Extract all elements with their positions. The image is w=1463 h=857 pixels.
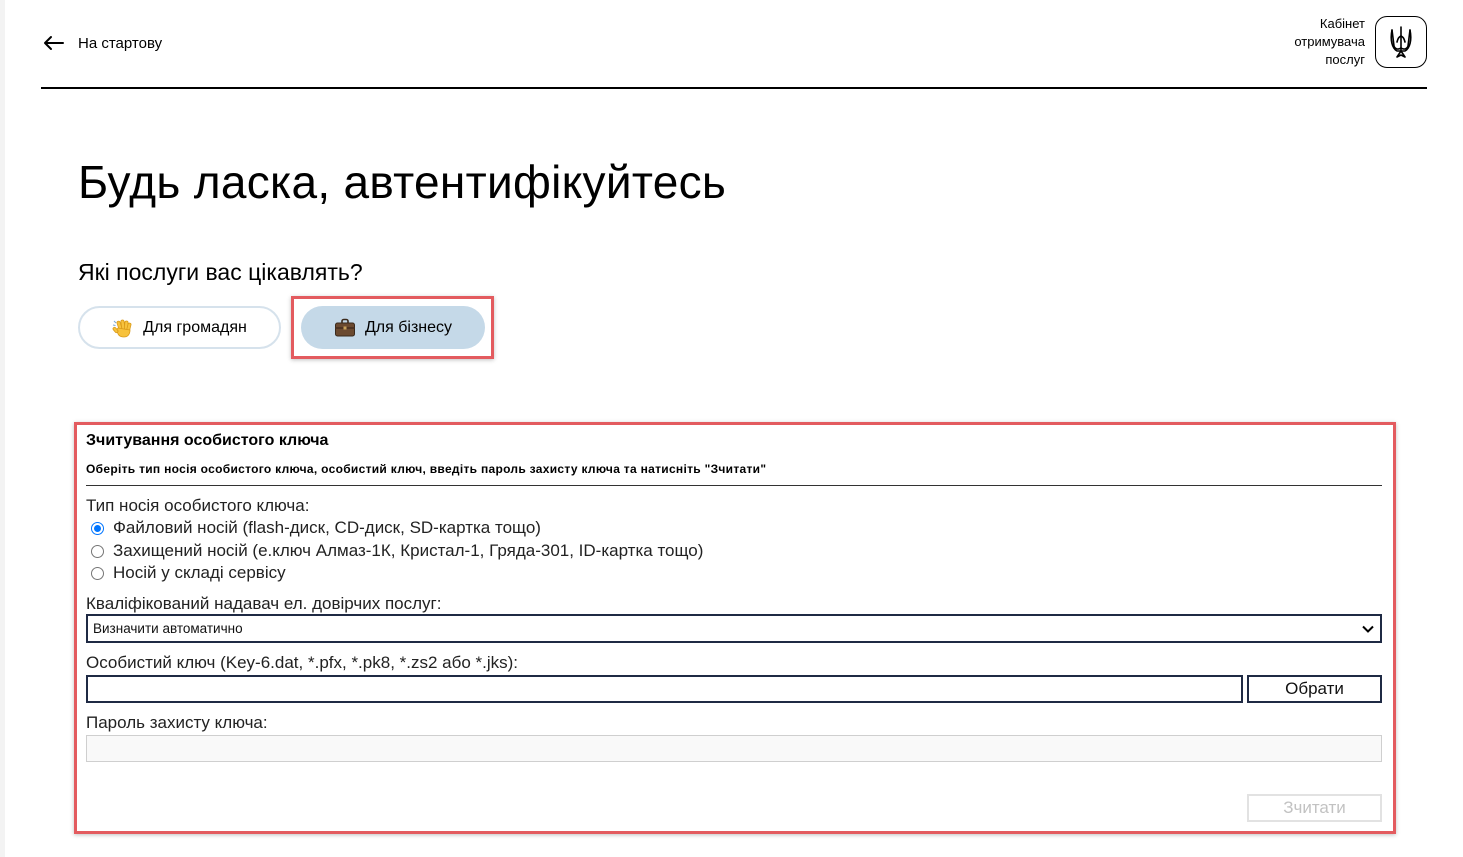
services-question: Які послуги вас цікавлять? [78,259,363,285]
cabinet-caption-line: Кабінет [1319,16,1365,31]
tab-for-citizens[interactable]: Для громадян [78,306,281,349]
highlight-frame-form [74,422,1396,834]
back-to-start-link[interactable]: На стартову [42,30,162,56]
cabinet-badge: Кабінет отримувача послуг [1294,15,1427,69]
back-link-label: На стартову [78,34,163,52]
cabinet-caption-line: послуг [1325,52,1365,67]
header-divider [41,87,1427,89]
page-title: Будь ласка, автентифікуйтесь [78,156,727,208]
arrow-left-icon [42,35,64,51]
cabinet-caption: Кабінет отримувача послуг [1294,15,1365,69]
cabinet-caption-line: отримувача [1294,34,1365,49]
trident-emblem-icon [1375,16,1427,68]
highlight-frame-business-tab [291,296,494,359]
tab-for-citizens-label: Для громадян [143,318,247,336]
waving-hand-icon [112,317,134,339]
left-edge-strip [0,0,5,857]
